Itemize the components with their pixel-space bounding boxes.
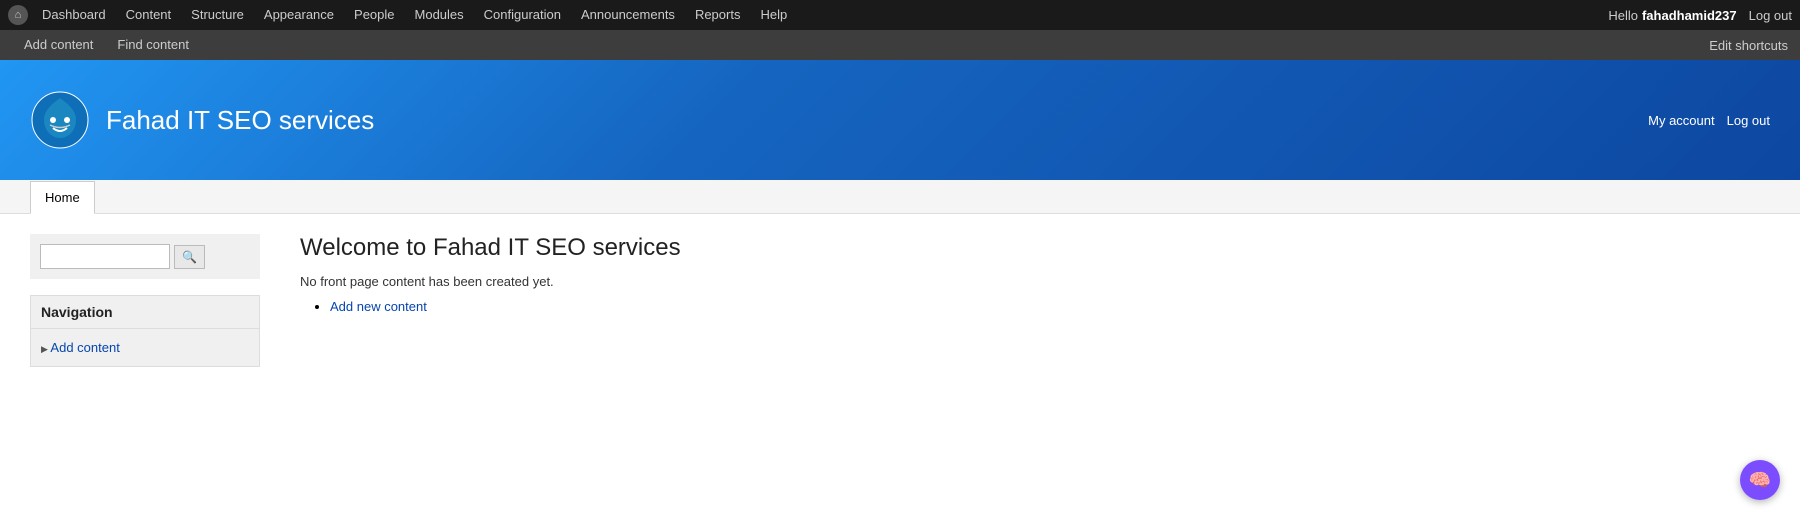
toolbar-configuration[interactable]: Configuration — [474, 0, 571, 30]
no-content-message: No front page content has been created y… — [300, 274, 1750, 289]
navigation-block: Navigation Add content — [30, 295, 260, 367]
toolbar-help[interactable]: Help — [750, 0, 797, 30]
toolbar-dashboard[interactable]: Dashboard — [32, 0, 116, 30]
toolbar-appearance[interactable]: Appearance — [254, 0, 344, 30]
shortcut-add-content[interactable]: Add content — [12, 30, 105, 60]
content-links: Add new content — [300, 299, 1750, 314]
main-nav: Home — [0, 180, 1800, 214]
tab-home[interactable]: Home — [30, 181, 95, 214]
edit-shortcuts-link[interactable]: Edit shortcuts — [1709, 38, 1788, 53]
site-header: Fahad IT SEO services My account Log out — [0, 60, 1800, 180]
header-logout-link[interactable]: Log out — [1727, 113, 1770, 128]
shortcut-find-content[interactable]: Find content — [105, 30, 201, 60]
toolbar-reports[interactable]: Reports — [685, 0, 751, 30]
username-label: fahadhamid237 — [1642, 8, 1737, 23]
navigation-title: Navigation — [31, 296, 259, 329]
list-item: Add new content — [330, 299, 1750, 314]
toolbar-menu: Dashboard Content Structure Appearance P… — [32, 0, 1608, 30]
navigation-list: Add content — [31, 329, 259, 366]
list-item: Add content — [41, 337, 249, 358]
site-name: Fahad IT SEO services — [106, 105, 374, 136]
add-new-content-link[interactable]: Add new content — [330, 299, 427, 314]
home-icon[interactable]: ⌂ — [8, 5, 28, 25]
sidebar: 🔍 Navigation Add content — [30, 234, 260, 367]
toolbar-structure[interactable]: Structure — [181, 0, 254, 30]
admin-toolbar: ⌂ Dashboard Content Structure Appearance… — [0, 0, 1800, 30]
toolbar-logout[interactable]: Log out — [1749, 8, 1792, 23]
shortcut-links: Add content Find content — [12, 30, 201, 60]
search-input[interactable] — [40, 244, 170, 269]
shortcuts-bar: Add content Find content Edit shortcuts — [0, 30, 1800, 60]
toolbar-right: Hello fahadhamid237 Log out — [1608, 8, 1792, 23]
toolbar-people[interactable]: People — [344, 0, 404, 30]
content-area: 🔍 Navigation Add content Welcome to Faha… — [0, 214, 1800, 387]
page-title: Welcome to Fahad IT SEO services — [300, 234, 1750, 262]
drupal-logo — [30, 90, 90, 150]
bottom-right-widget[interactable]: 🧠 — [1740, 460, 1780, 500]
toolbar-content[interactable]: Content — [116, 0, 182, 30]
toolbar-modules[interactable]: Modules — [405, 0, 474, 30]
main-content: Welcome to Fahad IT SEO services No fron… — [280, 234, 1770, 367]
header-right: My account Log out — [1648, 113, 1770, 128]
my-account-link[interactable]: My account — [1648, 113, 1714, 128]
toolbar-announcements[interactable]: Announcements — [571, 0, 685, 30]
hello-text: Hello — [1608, 8, 1638, 23]
search-box: 🔍 — [30, 234, 260, 279]
nav-add-content-link[interactable]: Add content — [50, 340, 119, 355]
site-branding: Fahad IT SEO services — [30, 90, 374, 150]
search-button[interactable]: 🔍 — [174, 245, 205, 269]
